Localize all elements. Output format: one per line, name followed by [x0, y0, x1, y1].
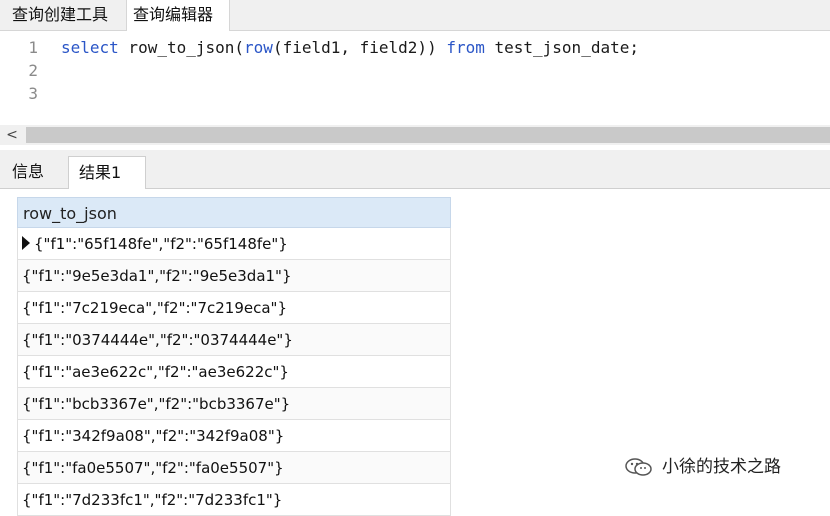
- table-row[interactable]: {"f1":"65f148fe","f2":"65f148fe"}: [17, 228, 451, 260]
- table-row[interactable]: {"f1":"fa0e5507","f2":"fa0e5507"}: [17, 452, 451, 484]
- table-cell[interactable]: {"f1":"bcb3367e","f2":"bcb3367e"}: [22, 395, 290, 413]
- tab-result-1[interactable]: 结果1: [68, 156, 146, 189]
- scroll-left-arrow-icon[interactable]: <: [0, 125, 24, 145]
- row-selector-arrow-icon: [22, 236, 30, 250]
- sql-keyword: select: [61, 38, 119, 57]
- table-row[interactable]: {"f1":"ae3e622c","f2":"ae3e622c"}: [17, 356, 451, 388]
- table-row[interactable]: {"f1":"bcb3367e","f2":"bcb3367e"}: [17, 388, 451, 420]
- sql-text: test_json_date;: [484, 38, 639, 57]
- table-cell[interactable]: {"f1":"342f9a08","f2":"342f9a08"}: [22, 427, 284, 445]
- line-number: 1: [28, 38, 38, 57]
- tab-info[interactable]: 信息: [2, 156, 66, 188]
- tab-query-editor[interactable]: 查询编辑器: [126, 0, 230, 31]
- result-tab-bar: 信息 结果1: [0, 150, 830, 189]
- sql-text: (field1, field2)): [272, 38, 447, 57]
- table-row[interactable]: {"f1":"0374444e","f2":"0374444e"}: [17, 324, 451, 356]
- result-grid: row_to_json {"f1":"65f148fe","f2":"65f14…: [17, 197, 451, 516]
- sql-text: row_to_json(: [118, 38, 245, 57]
- code-text: select row_to_json(row(field1, field2)) …: [61, 37, 639, 59]
- table-cell[interactable]: {"f1":"65f148fe","f2":"65f148fe"}: [34, 235, 288, 253]
- table-row[interactable]: {"f1":"342f9a08","f2":"342f9a08"}: [17, 420, 451, 452]
- table-cell[interactable]: {"f1":"7d233fc1","f2":"7d233fc1"}: [22, 491, 282, 509]
- table-row[interactable]: {"f1":"9e5e3da1","f2":"9e5e3da1"}: [17, 260, 451, 292]
- sql-keyword: row: [244, 38, 273, 57]
- sql-keyword: from: [446, 38, 485, 57]
- table-cell[interactable]: {"f1":"7c219eca","f2":"7c219eca"}: [22, 299, 287, 317]
- table-cell[interactable]: {"f1":"fa0e5507","f2":"fa0e5507"}: [22, 459, 284, 477]
- line-number: 2: [28, 61, 38, 80]
- table-row[interactable]: {"f1":"7d233fc1","f2":"7d233fc1"}: [17, 484, 451, 516]
- sql-editor[interactable]: 1 select row_to_json(row(field1, field2))…: [0, 31, 830, 125]
- table-row[interactable]: {"f1":"7c219eca","f2":"7c219eca"}: [17, 292, 451, 324]
- column-header-row-to-json[interactable]: row_to_json: [17, 197, 451, 228]
- horizontal-scrollbar[interactable]: <: [0, 125, 830, 145]
- watermark-text: 小徐的技术之路: [662, 457, 781, 477]
- scrollbar-thumb[interactable]: [26, 127, 830, 143]
- tab-query-builder[interactable]: 查询创建工具: [6, 0, 124, 30]
- table-cell[interactable]: {"f1":"ae3e622c","f2":"ae3e622c"}: [22, 363, 289, 381]
- wechat-icon: [625, 458, 652, 476]
- editor-tab-bar: 查询创建工具 查询编辑器: [0, 0, 830, 31]
- table-cell[interactable]: {"f1":"9e5e3da1","f2":"9e5e3da1"}: [22, 267, 292, 285]
- line-number: 3: [28, 84, 38, 103]
- table-cell[interactable]: {"f1":"0374444e","f2":"0374444e"}: [22, 331, 293, 349]
